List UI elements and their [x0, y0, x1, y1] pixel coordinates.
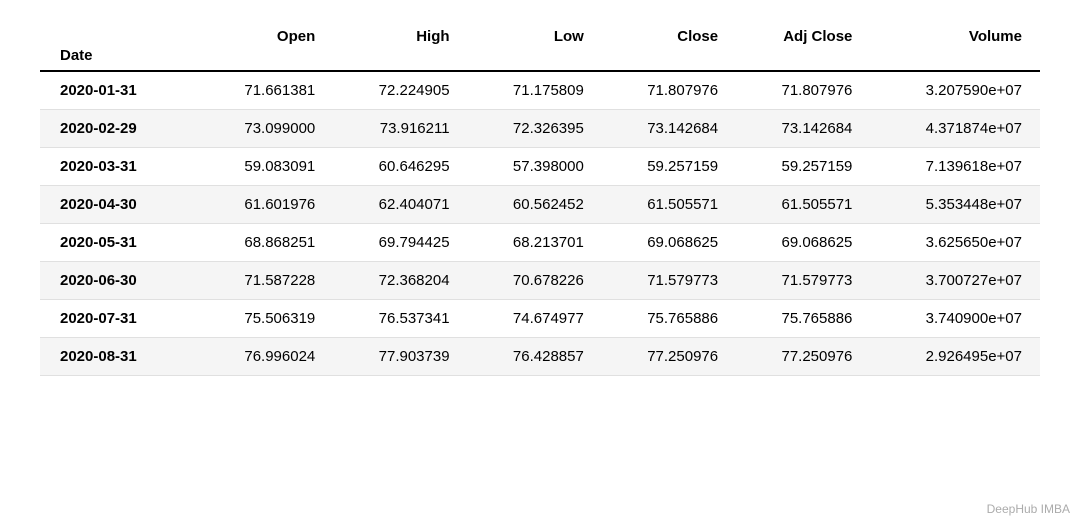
col-header-volume: Volume — [870, 20, 1040, 47]
cell-close: 71.579773 — [602, 262, 736, 300]
cell-high: 62.404071 — [333, 186, 467, 224]
cell-date: 2020-07-31 — [40, 300, 199, 338]
cell-volume: 4.371874e+07 — [870, 110, 1040, 148]
cell-low: 74.674977 — [468, 300, 602, 338]
cell-open: 61.601976 — [199, 186, 333, 224]
cell-close: 75.765886 — [602, 300, 736, 338]
cell-close: 61.505571 — [602, 186, 736, 224]
cell-open: 71.661381 — [199, 71, 333, 110]
cell-high: 77.903739 — [333, 338, 467, 376]
cell-high: 72.224905 — [333, 71, 467, 110]
cell-date: 2020-08-31 — [40, 338, 199, 376]
cell-date: 2020-01-31 — [40, 71, 199, 110]
cell-low: 76.428857 — [468, 338, 602, 376]
col-header-high: High — [333, 20, 467, 47]
cell-open: 73.099000 — [199, 110, 333, 148]
data-table: Open High Low Close Adj Close Volume Dat… — [40, 20, 1040, 376]
cell-adj_close: 77.250976 — [736, 338, 870, 376]
cell-date: 2020-03-31 — [40, 148, 199, 186]
cell-volume: 3.700727e+07 — [870, 262, 1040, 300]
cell-adj_close: 73.142684 — [736, 110, 870, 148]
cell-adj_close: 75.765886 — [736, 300, 870, 338]
cell-volume: 3.740900e+07 — [870, 300, 1040, 338]
cell-adj_close: 61.505571 — [736, 186, 870, 224]
col-header-low-2 — [468, 47, 602, 71]
cell-date: 2020-02-29 — [40, 110, 199, 148]
cell-volume: 7.139618e+07 — [870, 148, 1040, 186]
col-header-high-2 — [333, 47, 467, 71]
cell-high: 69.794425 — [333, 224, 467, 262]
table-row: 2020-04-3061.60197662.40407160.56245261.… — [40, 186, 1040, 224]
cell-date: 2020-06-30 — [40, 262, 199, 300]
table-container: Open High Low Close Adj Close Volume Dat… — [40, 20, 1040, 376]
col-header-close: Close — [602, 20, 736, 47]
col-header-open: Open — [199, 20, 333, 47]
cell-low: 70.678226 — [468, 262, 602, 300]
cell-high: 72.368204 — [333, 262, 467, 300]
col-header-close-2 — [602, 47, 736, 71]
cell-low: 72.326395 — [468, 110, 602, 148]
col-header-adjclose: Adj Close — [736, 20, 870, 47]
cell-volume: 3.625650e+07 — [870, 224, 1040, 262]
col-header-open-2 — [199, 47, 333, 71]
col-header-adjclose-2 — [736, 47, 870, 71]
cell-volume: 3.207590e+07 — [870, 71, 1040, 110]
cell-adj_close: 59.257159 — [736, 148, 870, 186]
table-row: 2020-03-3159.08309160.64629557.39800059.… — [40, 148, 1040, 186]
cell-adj_close: 71.579773 — [736, 262, 870, 300]
watermark: DeepHub IMBA — [987, 502, 1070, 516]
cell-volume: 5.353448e+07 — [870, 186, 1040, 224]
cell-close: 77.250976 — [602, 338, 736, 376]
cell-close: 69.068625 — [602, 224, 736, 262]
cell-date: 2020-05-31 — [40, 224, 199, 262]
table-row: 2020-02-2973.09900073.91621172.32639573.… — [40, 110, 1040, 148]
cell-close: 71.807976 — [602, 71, 736, 110]
col-header-date-label: Date — [40, 47, 199, 71]
cell-high: 73.916211 — [333, 110, 467, 148]
cell-adj_close: 71.807976 — [736, 71, 870, 110]
cell-low: 68.213701 — [468, 224, 602, 262]
cell-open: 71.587228 — [199, 262, 333, 300]
cell-volume: 2.926495e+07 — [870, 338, 1040, 376]
cell-open: 68.868251 — [199, 224, 333, 262]
cell-open: 76.996024 — [199, 338, 333, 376]
table-row: 2020-01-3171.66138172.22490571.17580971.… — [40, 71, 1040, 110]
cell-low: 71.175809 — [468, 71, 602, 110]
cell-close: 59.257159 — [602, 148, 736, 186]
table-row: 2020-07-3175.50631976.53734174.67497775.… — [40, 300, 1040, 338]
cell-adj_close: 69.068625 — [736, 224, 870, 262]
cell-low: 57.398000 — [468, 148, 602, 186]
cell-date: 2020-04-30 — [40, 186, 199, 224]
table-row: 2020-05-3168.86825169.79442568.21370169.… — [40, 224, 1040, 262]
cell-open: 75.506319 — [199, 300, 333, 338]
cell-high: 60.646295 — [333, 148, 467, 186]
cell-low: 60.562452 — [468, 186, 602, 224]
cell-high: 76.537341 — [333, 300, 467, 338]
col-header-date — [40, 20, 199, 47]
cell-close: 73.142684 — [602, 110, 736, 148]
cell-open: 59.083091 — [199, 148, 333, 186]
table-row: 2020-06-3071.58722872.36820470.67822671.… — [40, 262, 1040, 300]
table-row: 2020-08-3176.99602477.90373976.42885777.… — [40, 338, 1040, 376]
col-header-volume-2 — [870, 47, 1040, 71]
col-header-low: Low — [468, 20, 602, 47]
